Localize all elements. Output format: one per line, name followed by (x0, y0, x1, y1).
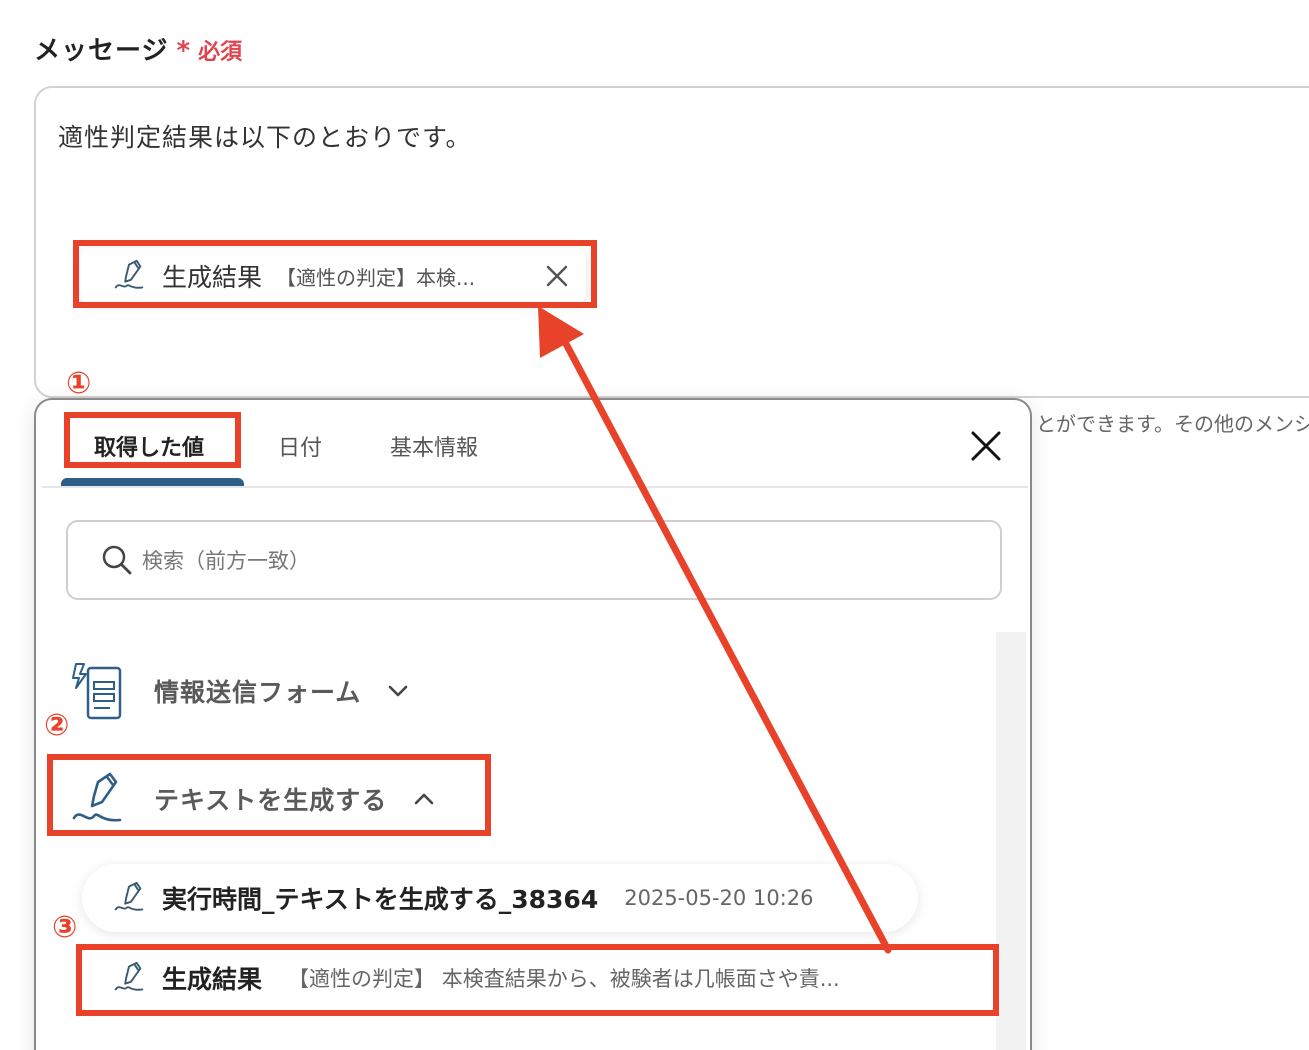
field-label-text: メッセージ (34, 36, 169, 66)
search-icon (102, 545, 132, 575)
pen-icon (114, 881, 144, 911)
message-field-label: メッセージ * 必須 (34, 30, 242, 67)
annotation-box-group (47, 754, 491, 836)
annotation-step-3: ③ (52, 910, 78, 945)
tab-basic-info[interactable]: 基本情報 (390, 430, 478, 462)
item-value: 2025-05-20 10:26 (624, 886, 814, 910)
tab-date[interactable]: 日付 (278, 430, 322, 462)
group-label: 情報送信フォーム (154, 678, 362, 707)
annotation-box-chip (73, 240, 597, 308)
list-item-execution-time[interactable]: 実行時間_テキストを生成する_38364 2025-05-20 10:26 (82, 864, 918, 932)
required-badge: 必須 (198, 40, 243, 65)
search-input[interactable]: 検索（前方一致） (66, 520, 1002, 600)
annotation-box-tab (64, 412, 241, 468)
message-text: 適性判定結果は以下のとおりです。 (58, 123, 472, 152)
annotation-step-2: ② (44, 708, 70, 743)
active-tab-indicator (61, 478, 244, 486)
helper-text: とができます。その他のメンシ (1036, 412, 1309, 436)
chevron-down-icon[interactable] (385, 678, 411, 704)
close-icon[interactable] (966, 426, 1006, 466)
annotation-box-item (76, 944, 999, 1016)
scrollbar[interactable] (996, 632, 1026, 1050)
screen: メッセージ * 必須 適性判定結果は以下のとおりです。 生成結果 【適性の判定】… (0, 0, 1309, 1050)
item-title: 実行時間_テキストを生成する_38364 (162, 885, 599, 914)
annotation-step-1: ① (66, 366, 92, 401)
group-info-form[interactable]: 情報送信フォーム (70, 660, 411, 722)
required-asterisk: * (176, 36, 191, 66)
form-icon (72, 663, 122, 720)
search-placeholder: 検索（前方一致） (142, 549, 310, 573)
